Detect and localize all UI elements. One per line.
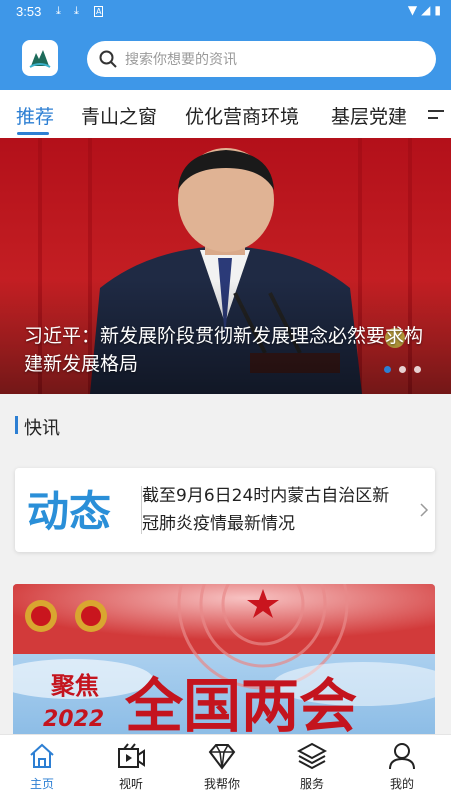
download-icon: ⤓ [56,4,61,17]
news-banner[interactable]: 习近平：新发展阶段贯彻新发展理念必然要求构建新发展格局 [0,138,451,394]
nav-profile-label: 我的 [389,777,414,791]
section-header: 快讯 [0,400,451,450]
nav-help[interactable]: 我帮你 [186,741,258,792]
nav-help-label: 我帮你 [203,777,240,791]
banner-caption: 习近平：新发展阶段贯彻新发展理念必然要求构建新发展格局 [24,325,424,375]
nav-video[interactable]: 视听 [95,741,167,792]
nav-service-label: 服务 [299,777,324,791]
nav-home[interactable]: 主页 [6,741,78,792]
diamond-icon [208,744,236,770]
nav-profile[interactable]: 我的 [366,741,438,792]
battery-icon: ▮ [434,3,441,17]
layers-icon [297,742,327,770]
download-icon: ⤓ [74,4,79,17]
status-time: 3:53 [16,4,42,19]
carousel-dot[interactable] [399,366,406,373]
promo-big-title: 全国两会 [124,672,357,734]
home-icon [30,743,54,768]
search-bar[interactable]: 搜索你想要的资讯 [87,41,436,77]
tab-recommend[interactable]: 推荐 [16,102,54,129]
promo-small-title: 聚焦 [50,672,99,700]
carousel-dot[interactable] [384,366,391,373]
nav-home-label: 主页 [29,777,54,791]
tab-menu-button[interactable] [421,90,451,138]
section-title: 快讯 [24,418,60,439]
category-tabs: 推荐 青山之窗 优化营商环境 基层党建 [0,90,451,138]
carousel-dot[interactable] [414,366,421,373]
status-right: ▼ ◢ ▮ [408,3,441,17]
news-headline: 截至9月6日24时内蒙古自治区新冠肺炎疫情最新情况 [142,486,390,534]
chevron-right-icon [420,503,429,517]
wifi-icon: ▼ [407,3,418,17]
carousel-indicator [384,366,421,373]
tab-qingshan-window[interactable]: 青山之窗 [81,102,157,129]
nav-video-label: 视听 [118,777,143,791]
bottom-navigation: 主页 视听 我帮你 服务 我的 [0,734,451,800]
news-tag-text: 动态 [27,487,111,536]
tab-grassroots-party[interactable]: 基层党建 [331,102,407,129]
status-bar: 3:53 ⤓ ⤓ A ▼ ◢ ▮ [0,0,451,24]
search-icon [99,50,117,68]
promo-banner[interactable]: 聚焦 2022 全国两会 [13,584,435,734]
nav-service[interactable]: 服务 [276,741,348,792]
menu-line-icon [428,109,444,112]
app-notification-icon: A [94,6,104,17]
logo-icon [29,50,51,68]
promo-year: 2022 [43,707,104,732]
tab-active-indicator [17,132,49,135]
news-tag-image: 动态 [27,487,111,536]
user-icon [389,743,415,770]
search-placeholder: 搜索你想要的资讯 [125,52,237,68]
app-logo[interactable] [22,40,58,76]
signal-icon: ◢ [421,3,431,17]
promo-image: 聚焦 2022 全国两会 [13,584,435,734]
tab-business-environment[interactable]: 优化营商环境 [185,102,299,129]
app-header: 3:53 ⤓ ⤓ A ▼ ◢ ▮ 搜索你想要的资讯 [0,0,451,90]
news-card[interactable]: 动态 截至9月6日24时内蒙古自治区新冠肺炎疫情最新情况 [15,468,435,552]
section-accent-bar [15,416,18,434]
video-icon [118,743,145,768]
menu-line-icon [428,116,438,119]
